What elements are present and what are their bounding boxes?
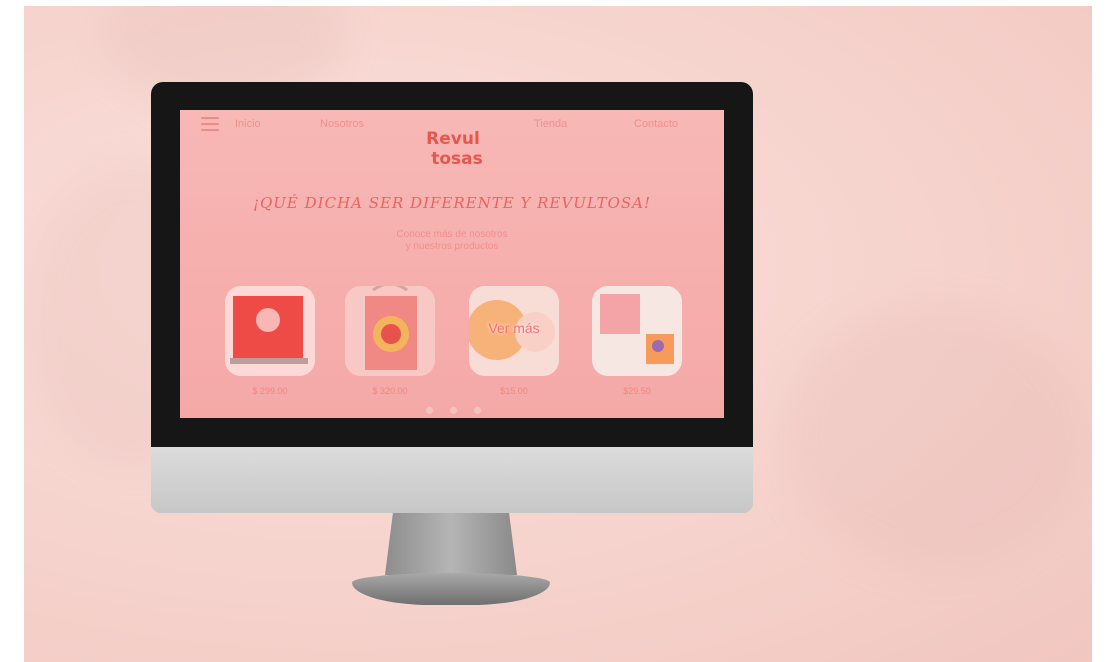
product-card-3[interactable]: Ver más <box>469 286 559 376</box>
product-price-2: $ 320.00 <box>372 386 408 396</box>
ver-mas-overlay[interactable]: Ver más <box>473 320 555 336</box>
carousel-dot-2[interactable] <box>450 407 457 414</box>
stationery-image <box>592 286 682 376</box>
product-price-4: $29.50 <box>623 386 651 396</box>
product-price-1: $ 299.00 <box>252 386 288 396</box>
hamburger-menu-icon[interactable] <box>201 117 219 131</box>
nav-link-inicio[interactable]: Inicio <box>235 118 261 130</box>
tote-bag-image <box>345 286 435 376</box>
carousel-dot-3[interactable] <box>474 407 481 414</box>
monitor-stand-neck <box>385 513 517 575</box>
product-card-1[interactable] <box>225 286 315 376</box>
hero-subtext-line-1: Conoce más de nosotros <box>396 229 508 240</box>
product-card-4[interactable] <box>592 286 682 376</box>
nav-link-contacto[interactable]: Contacto <box>634 118 678 130</box>
hero-headline: ¡QUÉ DICHA SER DIFERENTE Y REVULTOSA! <box>252 194 652 212</box>
monitor-chin <box>151 447 753 513</box>
hero-subtext-line-2: y nuestros productos <box>405 241 499 252</box>
product-price-3: $15.00 <box>500 386 528 396</box>
website-screen: Inicio Nosotros Tienda Contacto Revul to… <box>180 110 724 418</box>
carousel-dot-1[interactable] <box>426 407 433 414</box>
nav-link-tienda[interactable]: Tienda <box>534 118 567 130</box>
product-card-2[interactable] <box>345 286 435 376</box>
red-notebook-image <box>225 286 315 376</box>
hero-subtext: Conoce más de nosotros y nuestros produc… <box>180 229 724 253</box>
logo-line-2: tosas <box>431 149 483 169</box>
brand-logo[interactable]: Revul tosas <box>411 122 495 172</box>
nav-link-nosotros[interactable]: Nosotros <box>320 118 364 130</box>
logo-line-1: Revul <box>426 129 480 149</box>
carousel-dots <box>426 407 486 415</box>
